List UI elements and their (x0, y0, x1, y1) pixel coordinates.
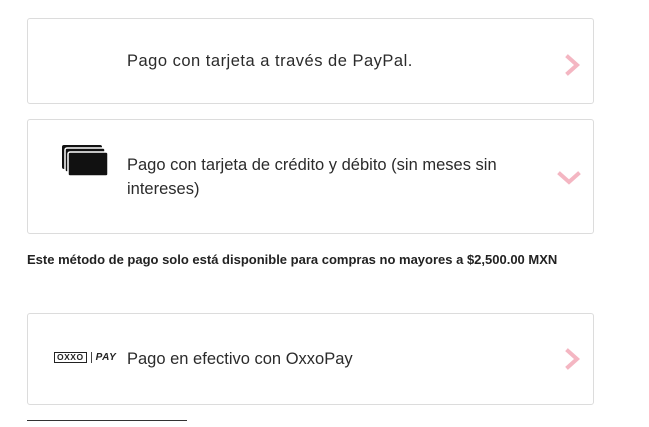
payment-option-card[interactable]: Pago con tarjeta de crédito y débito (si… (27, 119, 594, 234)
payment-option-paypal-label: Pago con tarjeta a través de PayPal. (127, 52, 413, 70)
oxxo-logo-divider (90, 352, 92, 363)
pay-logo-text: PAY (95, 352, 117, 363)
credit-cards-icon (61, 144, 109, 183)
oxxo-pay-logo: OXXO PAY (54, 352, 116, 363)
next-element-stub (27, 420, 187, 427)
payment-option-card-label: Pago con tarjeta de crédito y débito (si… (127, 156, 497, 198)
payment-option-paypal[interactable]: Pago con tarjeta a través de PayPal. (27, 18, 594, 104)
chevron-down-icon[interactable] (557, 170, 581, 191)
chevron-right-icon[interactable] (565, 348, 581, 375)
payment-limit-notice: Este método de pago solo está disponible… (27, 252, 558, 267)
payment-option-oxxo[interactable]: OXXO PAY Pago en efectivo con OxxoPay (27, 313, 594, 405)
chevron-right-icon[interactable] (565, 54, 581, 81)
oxxo-logo-text: OXXO (54, 352, 87, 363)
payment-option-oxxo-label: Pago en efectivo con OxxoPay (127, 350, 353, 368)
